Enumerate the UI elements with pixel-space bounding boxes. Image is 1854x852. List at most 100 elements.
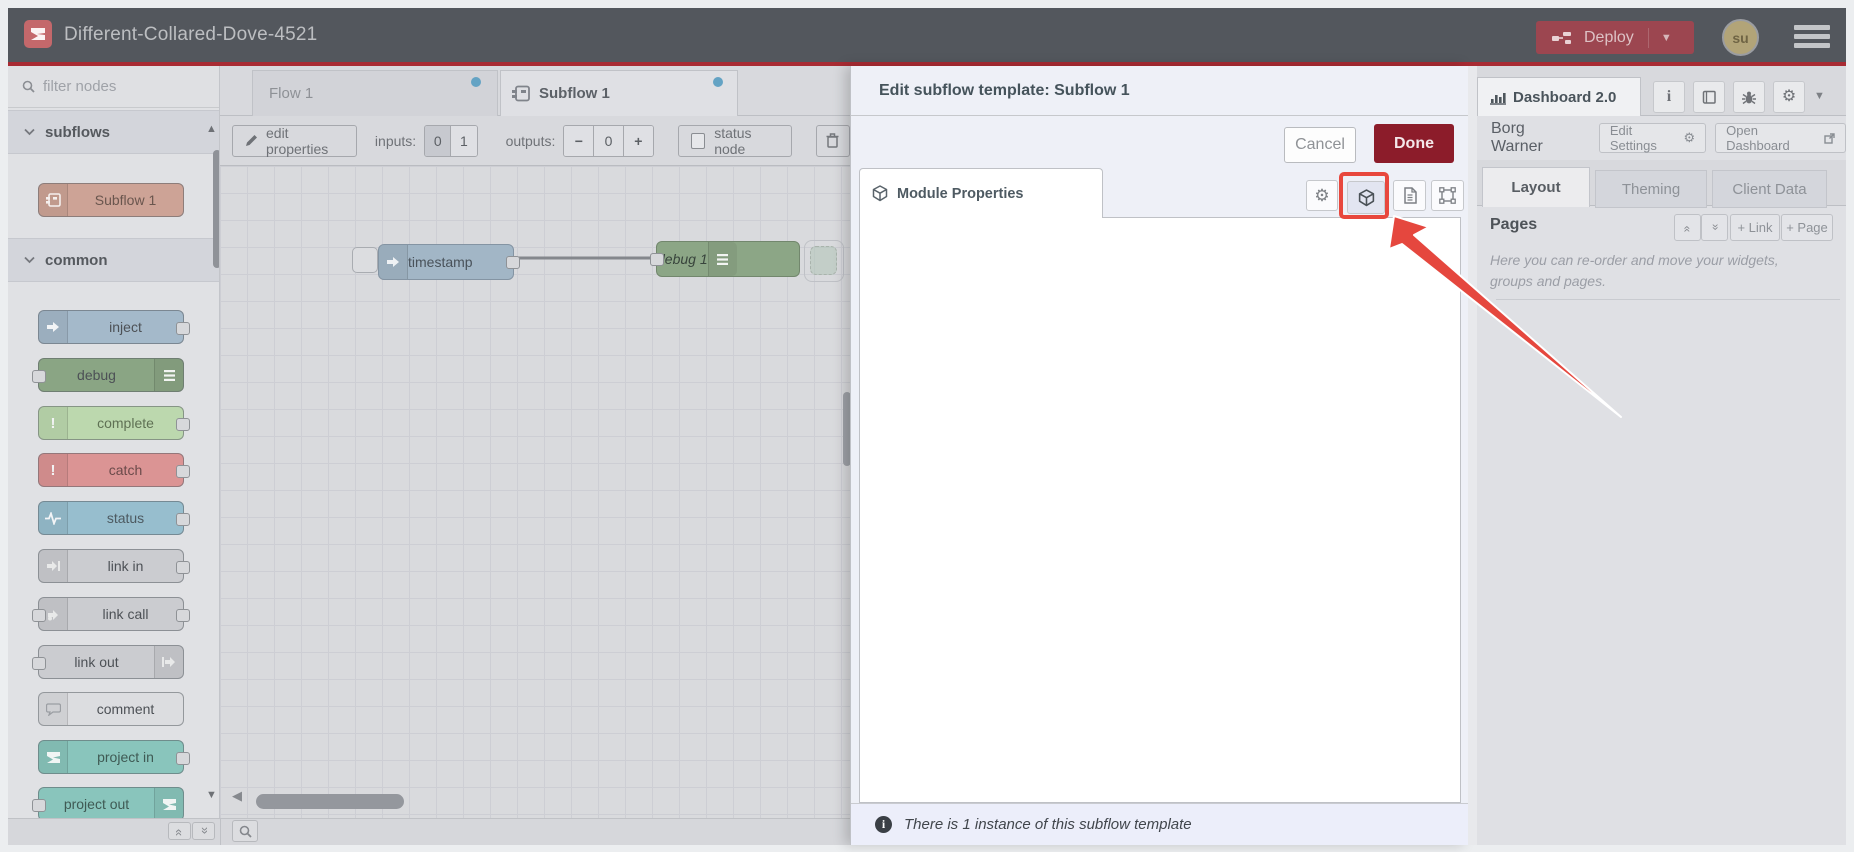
workspace-search-button[interactable] xyxy=(232,820,258,842)
main-menu-button[interactable] xyxy=(1794,25,1830,48)
tab-label: Subflow 1 xyxy=(539,85,610,102)
tab-layout[interactable]: Layout xyxy=(1482,167,1590,207)
outputs-count-control[interactable]: − 0 + xyxy=(563,124,654,157)
scroll-left-icon[interactable]: ◀ xyxy=(232,789,242,802)
palette-node-complete[interactable]: ! complete xyxy=(38,406,190,440)
deploy-options-caret[interactable]: ▼ xyxy=(1647,27,1672,48)
palette-filter-box[interactable]: filter nodes xyxy=(8,66,219,108)
move-up-button[interactable]: « xyxy=(1674,214,1701,241)
cancel-button[interactable]: Cancel xyxy=(1284,127,1356,163)
outputs-increase-button[interactable]: + xyxy=(622,125,653,156)
edit-properties-button[interactable]: edit properties xyxy=(232,124,357,157)
palette-node-inject[interactable]: inject xyxy=(38,310,190,344)
external-link-icon xyxy=(1824,132,1835,144)
sidebar-more-caret[interactable]: ▼ xyxy=(1814,90,1825,102)
tab-theming[interactable]: Theming xyxy=(1595,170,1707,208)
tab-label: Module Properties xyxy=(897,185,1024,202)
palette-scroll-down-icon[interactable]: ▼ xyxy=(206,790,217,801)
pulse-icon xyxy=(39,502,68,534)
properties-section-button[interactable]: ⚙ xyxy=(1306,180,1338,211)
outputs-decrease-button[interactable]: − xyxy=(564,125,594,156)
inputs-option-1[interactable]: 1 xyxy=(450,125,477,156)
node-label: catch xyxy=(108,462,143,478)
debug-bars-icon xyxy=(707,242,737,276)
move-down-button[interactable]: « xyxy=(1701,214,1728,241)
palette-category-subflows[interactable]: subflows xyxy=(8,110,219,154)
delete-subflow-button[interactable] xyxy=(815,124,850,157)
search-icon xyxy=(22,80,35,93)
right-sidebar: Dashboard 2.0 i ⚙ ▼ Borg Warner Edit Set… xyxy=(1477,66,1846,845)
palette-node-link-out[interactable]: link out xyxy=(32,645,184,679)
node-label: complete xyxy=(97,415,154,431)
palette-node-status[interactable]: status xyxy=(38,501,190,535)
board-name: Borg Warner xyxy=(1491,120,1543,155)
palette-node-link-call[interactable]: link call xyxy=(32,597,190,631)
gear-icon: ⚙ xyxy=(1683,130,1696,145)
deploy-label: Deploy xyxy=(1584,28,1634,46)
add-page-button[interactable]: + Page xyxy=(1781,214,1833,241)
node-red-editor: Different-Collared-Dove-4521 Deploy ▼ su… xyxy=(0,0,1854,852)
add-link-button[interactable]: + Link xyxy=(1730,214,1780,241)
help-tab-button[interactable] xyxy=(1693,81,1725,113)
flow-canvas[interactable]: timestamp debug 1 ◀ xyxy=(220,166,850,818)
tab-label: Dashboard 2.0 xyxy=(1513,88,1617,106)
palette-node-catch[interactable]: ! catch xyxy=(38,453,190,487)
modified-dot xyxy=(471,77,481,87)
node-label: link in xyxy=(107,558,144,574)
info-icon: i xyxy=(875,816,892,833)
node-label: status xyxy=(106,510,145,526)
palette-node-project-out[interactable]: project out xyxy=(32,787,184,818)
palette-category-common[interactable]: common xyxy=(8,238,219,282)
input-port xyxy=(32,370,46,383)
edit-properties-label: edit properties xyxy=(266,124,329,157)
canvas-node-timestamp[interactable]: timestamp xyxy=(378,244,520,280)
sidebar-splitter[interactable] xyxy=(1468,66,1477,845)
bar-chart-icon xyxy=(1490,90,1506,105)
description-section-button[interactable] xyxy=(1393,180,1426,211)
palette-node-link-in[interactable]: link in xyxy=(38,549,190,583)
inputs-count-toggle[interactable]: 0 1 xyxy=(424,124,478,157)
deploy-button[interactable]: Deploy ▼ xyxy=(1536,21,1694,54)
palette-node-debug[interactable]: debug xyxy=(32,358,184,392)
tab-dashboard-2[interactable]: Dashboard 2.0 xyxy=(1477,77,1641,116)
palette-expand-all-button[interactable]: « xyxy=(192,822,215,840)
inject-trigger-button[interactable] xyxy=(352,247,378,273)
canvas-hscrollbar-thumb[interactable] xyxy=(256,794,404,809)
status-node-toggle[interactable]: status node xyxy=(677,124,792,157)
info-tab-button[interactable]: i xyxy=(1653,81,1685,113)
palette-node-comment[interactable]: comment xyxy=(38,692,184,726)
edit-settings-button[interactable]: Edit Settings ⚙ xyxy=(1598,123,1707,153)
palette-scrollbar-thumb[interactable] xyxy=(213,150,219,268)
cube-icon xyxy=(872,185,888,202)
open-dashboard-button[interactable]: Open Dashboard xyxy=(1715,123,1846,153)
checkbox-icon xyxy=(690,132,706,149)
palette-node-subflow-1[interactable]: Subflow 1 xyxy=(38,183,184,217)
palette-node-project-in[interactable]: project in xyxy=(38,740,190,774)
input-port[interactable] xyxy=(650,253,664,266)
tab-subflow-1[interactable]: Subflow 1 xyxy=(500,70,738,116)
subflow-icon xyxy=(511,85,531,102)
output-port xyxy=(176,322,190,335)
tab-client-data[interactable]: Client Data xyxy=(1712,170,1827,208)
done-button[interactable]: Done xyxy=(1374,124,1454,163)
outputs-count-value: 0 xyxy=(593,125,623,156)
output-port xyxy=(176,752,190,765)
user-avatar[interactable]: su xyxy=(1722,19,1759,56)
node-red-icon xyxy=(154,788,183,818)
book-icon xyxy=(1702,90,1717,105)
inputs-option-0[interactable]: 0 xyxy=(425,125,451,156)
outputs-label: outputs: xyxy=(505,132,556,149)
node-red-logo-icon xyxy=(24,20,52,48)
palette-collapse-all-button[interactable]: « xyxy=(168,822,191,840)
output-port[interactable] xyxy=(506,256,520,269)
appearance-section-button[interactable] xyxy=(1431,180,1464,211)
debug-tab-button[interactable] xyxy=(1733,81,1765,113)
tab-flow-1[interactable]: Flow 1 xyxy=(252,70,498,116)
config-tab-button[interactable]: ⚙ xyxy=(1773,81,1805,113)
tab-module-properties[interactable]: Module Properties xyxy=(859,168,1103,218)
canvas-node-debug-1[interactable]: debug 1 xyxy=(650,241,800,277)
palette-scroll-up-icon[interactable]: ▲ xyxy=(206,124,217,135)
link-in-icon xyxy=(39,550,68,582)
debug-bars-icon xyxy=(154,359,183,391)
inputs-label: inputs: xyxy=(374,132,417,149)
